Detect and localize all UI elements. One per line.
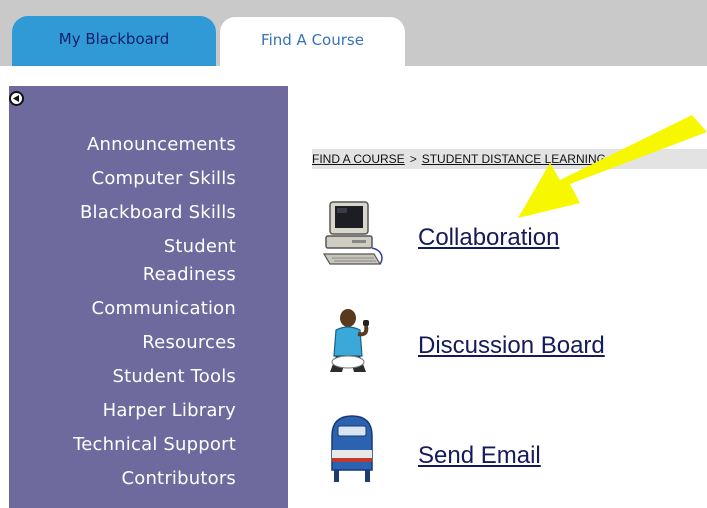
tab-find-a-course[interactable]: Find A Course [219,16,406,66]
course-menu-list: Announcements Computer Skills Blackboard… [0,128,236,496]
menu-item-technical-support[interactable]: Technical Support [0,428,236,462]
send-email-link[interactable]: Send Email [418,442,541,470]
menu-item-student-tools[interactable]: Student Tools [0,360,236,394]
person-speaking-icon[interactable] [322,306,388,378]
tab-my-blackboard[interactable]: My Blackboard [12,16,216,66]
breadcrumb-separator: > [409,152,417,166]
pointer-arrow-icon [518,115,707,218]
menu-item-resources[interactable]: Resources [0,326,236,360]
menu-item-contributors[interactable]: Contributors [0,462,236,496]
mailbox-icon[interactable] [322,412,388,486]
breadcrumb-link-find-a-course[interactable]: FIND A COURSE [312,152,405,166]
course-menu: Announcements Computer Skills Blackboard… [9,86,288,508]
discussion-board-link[interactable]: Discussion Board [418,332,605,360]
tab-bar: My Blackboard Find A Course [0,0,707,66]
menu-item-blackboard-skills[interactable]: Blackboard Skills [0,196,236,230]
menu-item-student-readiness[interactable]: Student Readiness [0,230,236,292]
menu-item-communication[interactable]: Communication [0,292,236,326]
menu-item-announcements[interactable]: Announcements [0,128,236,162]
left-arrow-circle-icon[interactable] [9,91,24,106]
menu-item-harper-library[interactable]: Harper Library [0,394,236,428]
menu-item-label-line: Readiness [142,264,236,285]
menu-item-label-line: Student [163,236,236,257]
computer-icon[interactable] [322,198,388,270]
menu-item-computer-skills[interactable]: Computer Skills [0,162,236,196]
